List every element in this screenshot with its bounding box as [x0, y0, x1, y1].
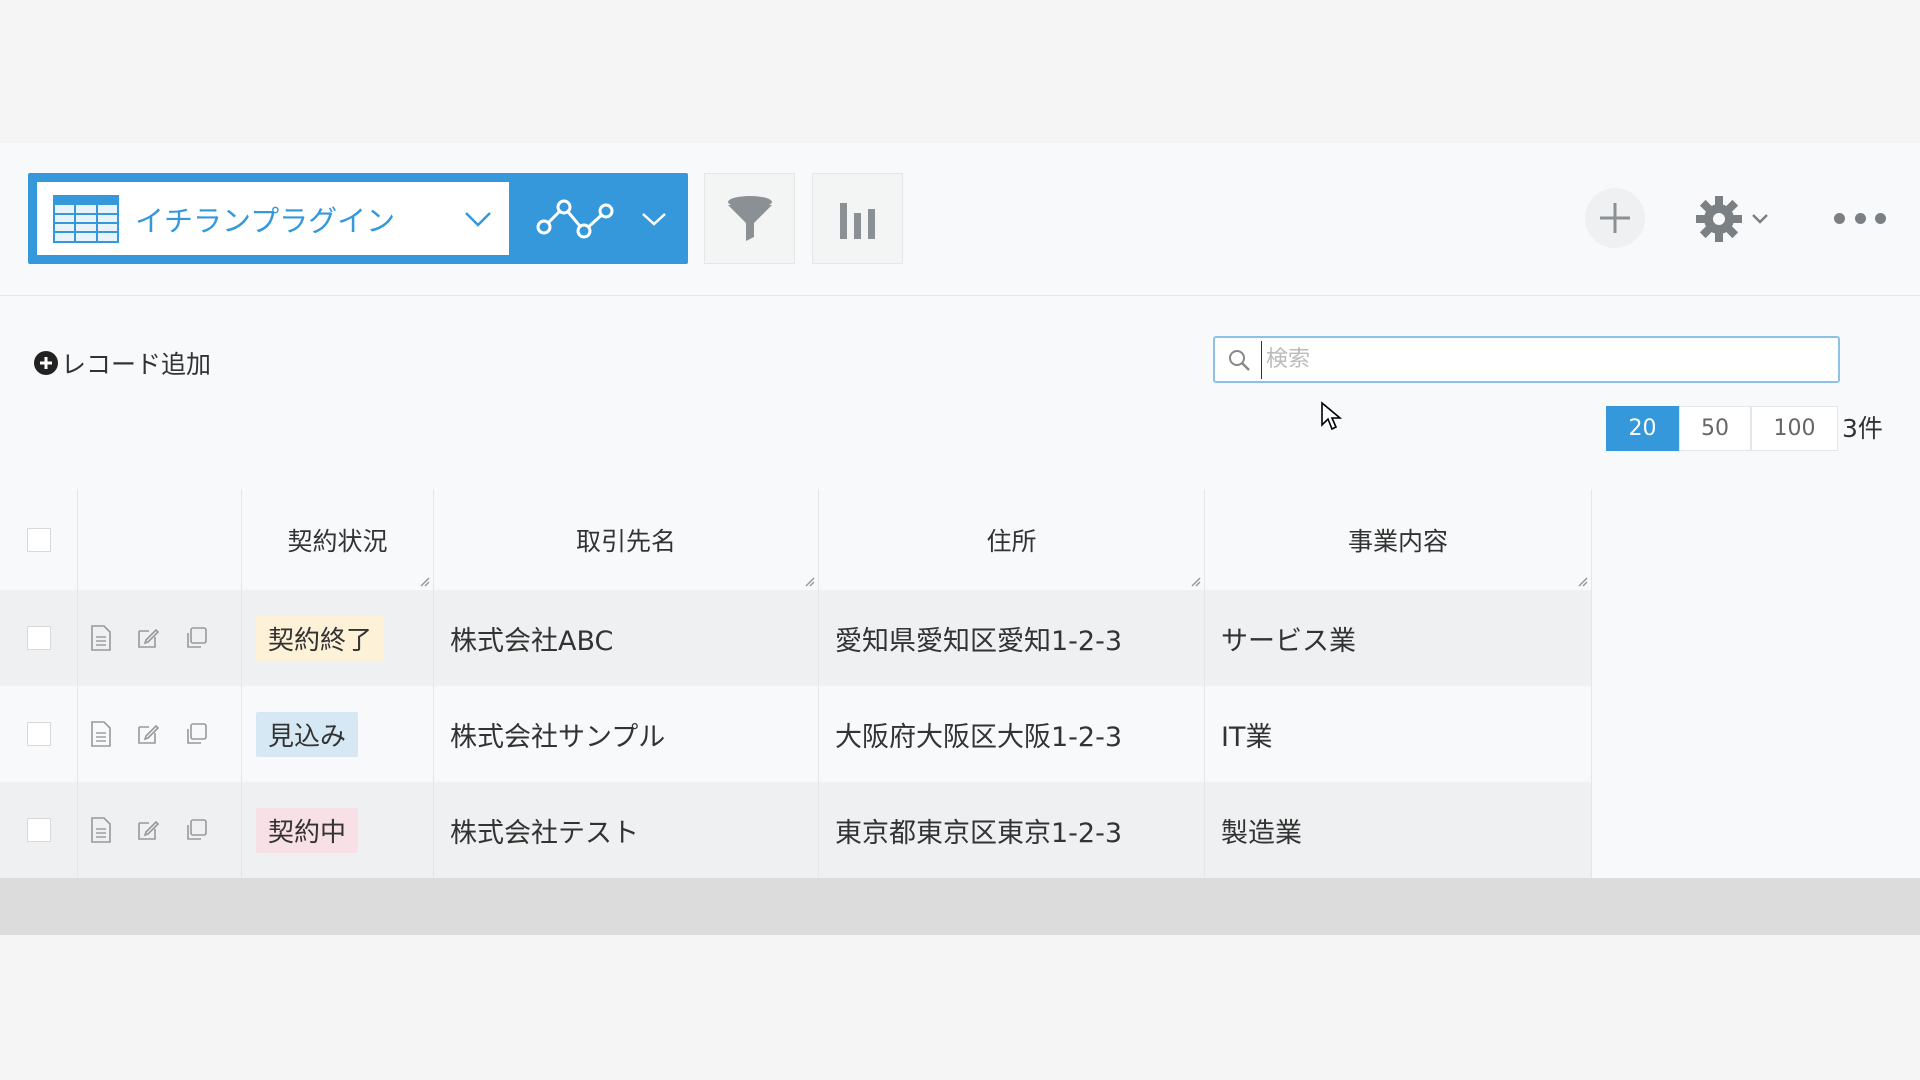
- copy-icon[interactable]: [184, 818, 208, 842]
- row-checkbox[interactable]: [26, 626, 51, 650]
- document-icon[interactable]: [90, 625, 112, 651]
- company-name-cell[interactable]: 株式会社テスト: [434, 782, 819, 878]
- company-name-cell[interactable]: 株式会社ABC: [434, 590, 819, 686]
- column-header-label: 住所: [986, 526, 1037, 556]
- more-icon[interactable]: [1834, 203, 1886, 233]
- header-actions-cell: [78, 489, 242, 590]
- edit-icon[interactable]: [136, 818, 160, 842]
- status-badge: 見込み: [256, 711, 359, 757]
- document-icon[interactable]: [90, 817, 112, 843]
- column-header-status[interactable]: 契約状況: [242, 489, 434, 590]
- business-cell[interactable]: IT業: [1205, 686, 1592, 782]
- column-resize-handle[interactable]: [805, 577, 815, 587]
- table-row: 契約中 株式会社テスト 東京都東京区東京1-2-3 製造業: [0, 782, 1592, 878]
- column-header-business[interactable]: 事業内容: [1205, 489, 1592, 590]
- add-record-header-button[interactable]: [1585, 188, 1645, 248]
- header-check-cell: [0, 489, 78, 590]
- bar-chart-icon: [839, 202, 875, 239]
- row-checkbox[interactable]: [26, 722, 51, 746]
- edit-icon[interactable]: [136, 626, 160, 650]
- row-actions-cell: [78, 686, 242, 782]
- address-cell[interactable]: 東京都東京区東京1-2-3: [819, 782, 1205, 878]
- more-dot: [1834, 212, 1845, 224]
- app-window: イチランプラグイン レコード追加 検索 20 50 100 3件 契約状況 取引…: [0, 143, 1920, 935]
- chevron-down-icon: [465, 211, 491, 227]
- add-record-button[interactable]: レコード追加: [34, 343, 211, 383]
- copy-icon[interactable]: [184, 722, 208, 746]
- column-header-label: 事業内容: [1347, 526, 1448, 556]
- column-header-name[interactable]: 取引先名: [434, 489, 819, 590]
- row-check-cell: [0, 782, 78, 878]
- search-box: [1213, 336, 1840, 383]
- business-cell[interactable]: 製造業: [1205, 782, 1592, 878]
- filter-icon: [727, 195, 772, 241]
- row-checkbox[interactable]: [26, 818, 51, 842]
- status-cell[interactable]: 契約中: [242, 782, 434, 878]
- page-size-50[interactable]: 50: [1679, 406, 1751, 451]
- row-actions-cell: [78, 782, 242, 878]
- address-cell[interactable]: 大阪府大阪区大阪1-2-3: [819, 686, 1205, 782]
- graph-view-button[interactable]: [520, 182, 680, 255]
- settings-button[interactable]: [1695, 193, 1785, 245]
- records-table: 契約状況 取引先名 住所 事業内容 契約終了 株式会社ABC 愛知県愛知区愛知1…: [0, 489, 1592, 878]
- edit-icon[interactable]: [136, 722, 160, 746]
- add-record-label: レコード追加: [61, 350, 212, 379]
- chevron-down-icon: [1752, 214, 1768, 224]
- grid-icon: [53, 194, 119, 243]
- more-dot: [1875, 212, 1886, 224]
- column-header-label: 契約状況: [287, 526, 388, 556]
- view-name: イチランプラグイン: [135, 203, 396, 238]
- page-size-100[interactable]: 100: [1751, 406, 1838, 451]
- view-switcher: イチランプラグイン: [28, 173, 688, 264]
- plus-icon: [1600, 203, 1630, 233]
- filter-button[interactable]: [704, 173, 795, 264]
- chart-button[interactable]: [812, 173, 903, 264]
- search-input[interactable]: [1261, 340, 1838, 379]
- company-name-cell[interactable]: 株式会社サンプル: [434, 686, 819, 782]
- copy-icon[interactable]: [184, 626, 208, 650]
- chevron-down-icon: [642, 212, 666, 226]
- graph-icon: [536, 199, 614, 238]
- row-actions-cell: [78, 590, 242, 686]
- more-dot: [1854, 212, 1866, 224]
- table-row: 契約終了 株式会社ABC 愛知県愛知区愛知1-2-3 サービス業: [0, 590, 1592, 686]
- view-select-dropdown[interactable]: イチランプラグイン: [37, 182, 509, 255]
- plus-circle-icon: [34, 351, 58, 375]
- document-icon[interactable]: [90, 721, 112, 747]
- column-resize-handle[interactable]: [1578, 577, 1588, 587]
- gear-icon: [1696, 196, 1742, 242]
- page-size-selector: 20 50 100: [1606, 406, 1838, 451]
- record-count: 3件: [1842, 414, 1883, 443]
- column-resize-handle[interactable]: [1191, 577, 1201, 587]
- table-header-row: 契約状況 取引先名 住所 事業内容: [0, 489, 1592, 590]
- status-badge: 契約終了: [256, 615, 385, 661]
- page-size-20[interactable]: 20: [1606, 406, 1679, 451]
- row-check-cell: [0, 686, 78, 782]
- status-badge: 契約中: [256, 807, 359, 853]
- status-cell[interactable]: 契約終了: [242, 590, 434, 686]
- row-check-cell: [0, 590, 78, 686]
- business-cell[interactable]: サービス業: [1205, 590, 1592, 686]
- column-header-address[interactable]: 住所: [819, 489, 1205, 590]
- mouse-cursor-icon: [1321, 401, 1342, 431]
- search-icon: [1229, 349, 1250, 371]
- address-cell[interactable]: 愛知県愛知区愛知1-2-3: [819, 590, 1205, 686]
- status-cell[interactable]: 見込み: [242, 686, 434, 782]
- footer-bar: [0, 878, 1920, 935]
- column-header-label: 取引先名: [575, 526, 676, 556]
- table-row: 見込み 株式会社サンプル 大阪府大阪区大阪1-2-3 IT業: [0, 686, 1592, 782]
- select-all-checkbox[interactable]: [26, 527, 51, 552]
- header: イチランプラグイン: [0, 143, 1920, 296]
- column-resize-handle[interactable]: [420, 577, 430, 587]
